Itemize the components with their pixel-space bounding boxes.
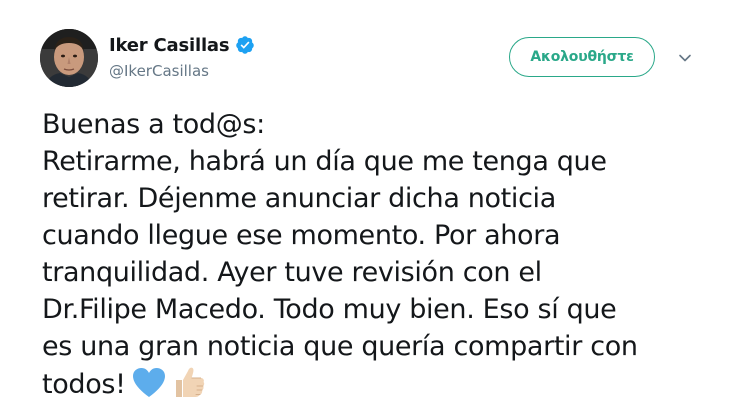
blue-heart-icon	[132, 367, 166, 409]
name-row: Iker Casillas	[109, 33, 255, 57]
tweet-line: cuando llegue ese momento. Por ahora	[42, 220, 561, 251]
tweet-line: retirar. Déjenme anunciar dicha noticia	[42, 183, 556, 214]
chevron-down-icon[interactable]	[677, 50, 693, 66]
author-info: Iker Casillas @IkerCasillas	[109, 33, 255, 80]
follow-button[interactable]: Ακολουθήστε	[509, 37, 655, 77]
display-name[interactable]: Iker Casillas	[109, 35, 230, 56]
tweet-line: es una gran noticia que quería compartir…	[42, 331, 638, 362]
tweet-line: Retirarme, habrá un día que me tenga que	[42, 146, 607, 177]
tweet-card: Iker Casillas @IkerCasillas Ακολουθήστε …	[0, 0, 735, 416]
profile-photo-icon	[40, 29, 98, 87]
tweet-line: Buenas a tod@s:	[42, 109, 265, 140]
thumbs-up-icon	[172, 365, 206, 409]
tweet-last-line: todos!	[42, 365, 722, 402]
avatar[interactable]	[40, 29, 98, 87]
tweet-line-text: todos!	[42, 369, 126, 400]
handle[interactable]: @IkerCasillas	[109, 62, 255, 80]
tweet-line: tranquilidad. Ayer tuve revisión con el	[42, 257, 542, 288]
tweet-line: Dr.Filipe Macedo. Todo muy bien. Eso sí …	[42, 294, 617, 325]
verified-badge-icon	[235, 35, 255, 55]
tweet-text: Buenas a tod@s: Retirarme, habrá un día …	[42, 106, 722, 402]
